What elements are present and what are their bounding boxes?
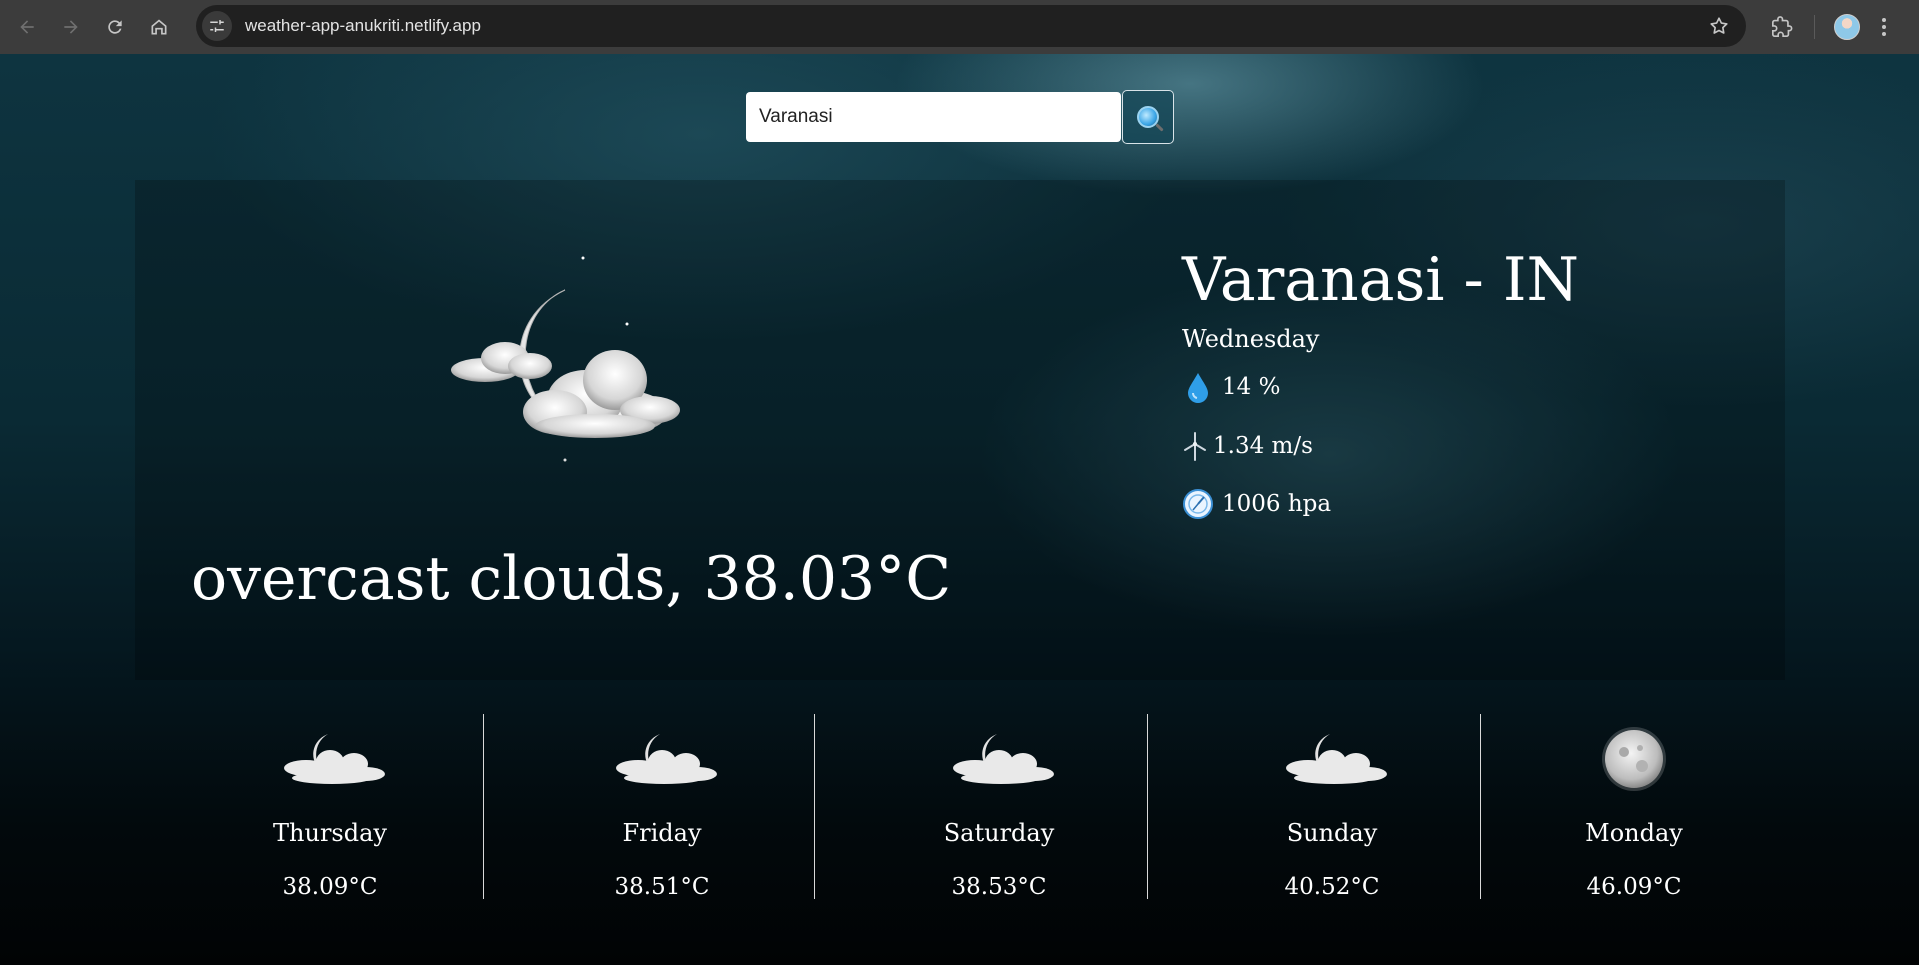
forecast-divider <box>1480 714 1481 899</box>
city-search-input[interactable] <box>746 92 1121 142</box>
moon-clouds-icon <box>1286 734 1387 784</box>
reload-button[interactable] <box>93 0 137 54</box>
forward-button[interactable] <box>49 0 93 54</box>
pressure-gauge-icon <box>1182 488 1214 520</box>
moon-clouds-icon <box>451 256 680 462</box>
pressure-value: 1006 hpa <box>1222 491 1332 517</box>
current-weather-card: overcast clouds, 38.03°C Varanasi - IN W… <box>135 180 1785 680</box>
forecast-day-name: Monday <box>1585 819 1683 847</box>
city-name: Varanasi - IN <box>1182 245 1580 315</box>
forecast-day-name: Thursday <box>273 819 387 847</box>
browser-toolbar: weather-app-anukriti.netlify.app <box>0 0 1919 54</box>
moon-clouds-icon <box>953 734 1054 784</box>
moon-clouds-icon <box>284 734 385 784</box>
home-button[interactable] <box>137 0 181 54</box>
forecast-temp: 46.09°C <box>1586 874 1682 900</box>
forecast-day-item: Friday 38.51°C <box>552 714 772 904</box>
forecast-day-item: Sunday 40.52°C <box>1222 714 1442 904</box>
browser-menu-button[interactable] <box>1869 0 1899 54</box>
bookmark-star-icon[interactable] <box>1708 15 1730 37</box>
humidity-value: 14 % <box>1222 374 1281 400</box>
wind-value: 1.34 m/s <box>1213 433 1313 459</box>
extensions-button[interactable] <box>1760 0 1804 54</box>
forecast-day-name: Friday <box>622 819 702 847</box>
search-button[interactable] <box>1122 90 1174 144</box>
wind-row: 1.34 m/s <box>1182 430 1313 462</box>
address-bar[interactable]: weather-app-anukriti.netlify.app <box>196 5 1746 47</box>
current-condition: overcast clouds, 38.03°C <box>191 544 952 614</box>
site-info-button[interactable] <box>202 11 232 41</box>
forecast-divider <box>1147 714 1148 899</box>
toolbar-divider <box>1814 15 1815 39</box>
current-day: Wednesday <box>1182 325 1320 353</box>
full-moon-icon <box>1602 727 1666 791</box>
forecast-strip: Thursday 38.09°C Friday 38.51°C Saturday… <box>135 714 1785 929</box>
forecast-divider <box>814 714 815 899</box>
forecast-day-item: Monday 46.09°C <box>1524 714 1744 904</box>
forecast-divider <box>483 714 484 899</box>
arrow-right-icon <box>64 20 78 34</box>
forecast-day-name: Saturday <box>943 819 1055 847</box>
forecast-temp: 40.52°C <box>1284 874 1380 900</box>
forecast-day-item: Saturday 38.53°C <box>889 714 1109 904</box>
more-vert-icon <box>1882 18 1886 36</box>
tune-icon <box>210 20 224 32</box>
profile-avatar[interactable] <box>1834 14 1860 40</box>
forecast-day-item: Thursday 38.09°C <box>220 714 440 904</box>
search-icon <box>1137 106 1159 128</box>
forecast-day-name: Sunday <box>1286 819 1378 847</box>
back-button[interactable] <box>5 0 49 54</box>
forecast-temp: 38.51°C <box>614 874 710 900</box>
puzzle-icon <box>1772 16 1793 37</box>
home-icon <box>151 19 167 35</box>
arrow-left-icon <box>20 20 34 34</box>
pressure-row: 1006 hpa <box>1182 488 1331 520</box>
reload-icon <box>108 20 122 34</box>
wind-turbine-icon <box>1182 430 1208 462</box>
url-text[interactable]: weather-app-anukriti.netlify.app <box>245 16 481 36</box>
forecast-temp: 38.09°C <box>282 874 378 900</box>
humidity-row: 14 % <box>1182 371 1280 403</box>
forecast-temp: 38.53°C <box>951 874 1047 900</box>
search-bar <box>746 90 1174 144</box>
weather-page: overcast clouds, 38.03°C Varanasi - IN W… <box>0 54 1919 965</box>
water-drop-icon <box>1182 371 1214 403</box>
moon-clouds-icon <box>616 734 717 784</box>
